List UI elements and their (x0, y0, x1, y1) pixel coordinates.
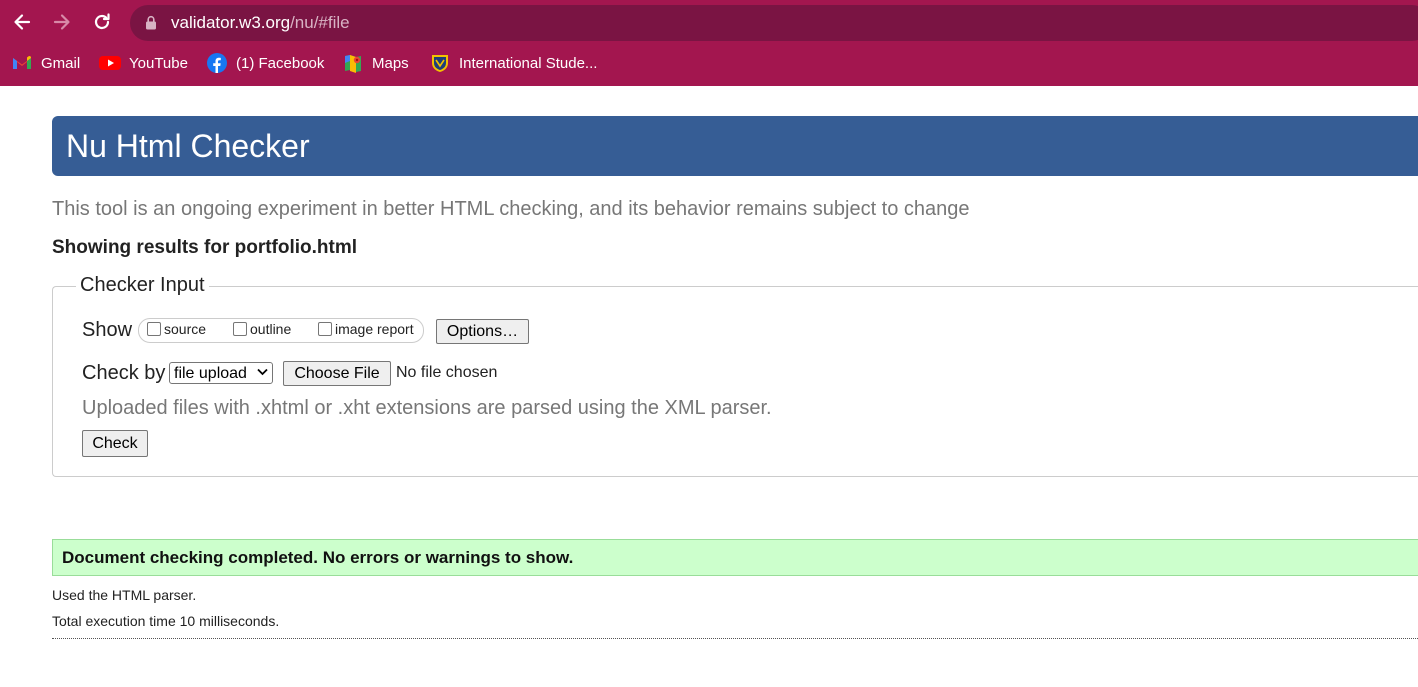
options-button[interactable]: Options… (436, 319, 529, 344)
xml-parser-hint: Uploaded files with .xhtml or .xht exten… (82, 397, 772, 419)
lock-icon (146, 15, 156, 30)
address-bar[interactable]: validator.w3.org/nu/#file (130, 5, 1418, 41)
arrow-right-icon (53, 14, 70, 30)
check-by-selected-value: file upload (174, 365, 247, 382)
back-button[interactable] (8, 8, 36, 36)
shield-crest-icon (429, 52, 451, 74)
show-image-report-option[interactable]: image report (318, 321, 414, 337)
bookmark-label: International Stude... (459, 54, 598, 72)
source-checkbox[interactable] (147, 322, 161, 336)
bookmark-facebook[interactable]: (1) Facebook (206, 52, 324, 74)
page-banner: Nu Html Checker (52, 116, 1418, 176)
check-by-select[interactable]: file upload (169, 362, 273, 384)
show-options-group: source outline image report (138, 318, 424, 343)
browser-toolbar: validator.w3.org/nu/#file Gmail YouTube (0, 0, 1418, 86)
check-by-label: Check by (82, 362, 166, 384)
facebook-icon (206, 52, 228, 74)
show-source-option[interactable]: source (147, 321, 206, 337)
bookmark-label: (1) Facebook (236, 54, 325, 72)
bookmark-maps[interactable]: Maps (342, 52, 409, 74)
show-outline-option[interactable]: outline (233, 321, 291, 337)
divider (52, 638, 1418, 639)
bookmark-label: Maps (372, 54, 409, 72)
maps-icon (342, 52, 364, 74)
page-subtitle: This tool is an ongoing experiment in be… (52, 198, 970, 220)
url-host: validator.w3.org (171, 13, 291, 32)
parser-note: Used the HTML parser. (52, 587, 197, 603)
youtube-icon (99, 52, 121, 74)
file-status-text: No file chosen (396, 364, 498, 381)
chevron-down-icon (257, 368, 268, 376)
page-title: Nu Html Checker (66, 128, 310, 164)
choose-file-button[interactable]: Choose File (283, 361, 391, 386)
show-label: Show (82, 319, 133, 341)
image-report-checkbox[interactable] (318, 322, 332, 336)
execution-time: Total execution time 10 milliseconds. (52, 613, 280, 629)
source-label: source (164, 321, 207, 337)
forward-button[interactable] (48, 8, 76, 36)
checker-input-legend: Checker Input (76, 273, 209, 297)
success-message: Document checking completed. No errors o… (62, 548, 574, 567)
bookmark-youtube[interactable]: YouTube (99, 52, 188, 74)
url-text: validator.w3.org/nu/#file (171, 13, 350, 33)
arrow-left-icon (14, 14, 31, 30)
bookmark-label: YouTube (129, 54, 188, 72)
outline-label: outline (250, 321, 292, 337)
bookmark-label: Gmail (41, 54, 81, 72)
url-path: /nu/#file (290, 13, 350, 32)
bookmark-international-students[interactable]: International Stude... (429, 52, 597, 74)
success-message-box: Document checking completed. No errors o… (52, 539, 1418, 576)
check-button[interactable]: Check (82, 430, 148, 457)
bookmark-gmail[interactable]: Gmail (11, 52, 80, 74)
reload-icon (94, 13, 110, 30)
reload-button[interactable] (88, 8, 116, 36)
outline-checkbox[interactable] (233, 322, 247, 336)
results-heading: Showing results for portfolio.html (52, 237, 358, 258)
gmail-icon (11, 52, 33, 74)
image-report-label: image report (335, 321, 414, 337)
